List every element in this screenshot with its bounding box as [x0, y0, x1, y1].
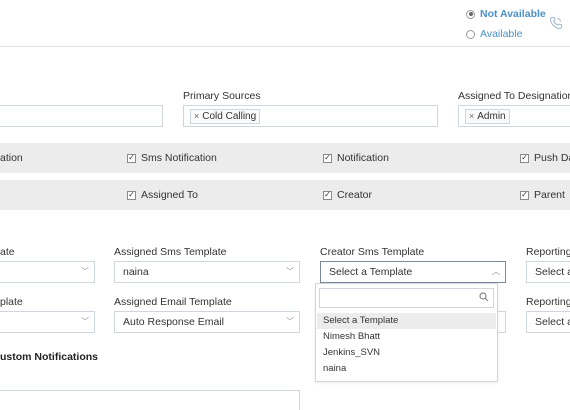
primary-sources-field[interactable]: × Cold Calling — [183, 105, 438, 127]
creator-sms-template-select[interactable]: Select a Template ︿ — [320, 261, 506, 283]
partial-field[interactable] — [0, 105, 163, 127]
chevron-down-icon: ﹀ — [81, 317, 89, 326]
phone-call-icon[interactable] — [549, 16, 563, 33]
tag-label: Admin — [477, 110, 506, 122]
creator-sms-template-label: Creator Sms Template — [320, 246, 425, 258]
top-bar: Not Available Available — [0, 0, 570, 47]
assigned-email-template-select[interactable]: Auto Response Email ﹀ — [114, 311, 300, 333]
checkbox-icon: ✓ — [127, 190, 136, 200]
select-value: Select a Template — [329, 266, 413, 278]
search-icon — [479, 292, 489, 305]
template-dropdown: Select a Template Nimesh Bhatt Jenkins_S… — [315, 283, 498, 382]
partial-email-template-label: plate — [0, 296, 23, 308]
select-value: Select a — [535, 266, 570, 278]
dropdown-option[interactable]: Nimesh Bhatt — [317, 329, 496, 345]
status-not-available[interactable]: Not Available — [466, 8, 546, 20]
dropdown-options: Select a Template Nimesh Bhatt Jenkins_S… — [317, 313, 496, 377]
custom-notifications-box[interactable] — [0, 390, 300, 410]
status-label: Available — [480, 28, 523, 40]
radio-icon — [466, 9, 475, 19]
assigned-to-designation-label: Assigned To Designation — [458, 90, 570, 102]
assigned-sms-template-label: Assigned Sms Template — [114, 246, 227, 258]
select-value: naina — [123, 266, 149, 278]
notification-checkbox[interactable]: ✓ Notification — [323, 152, 389, 164]
reporting-template-select[interactable]: Select a — [526, 261, 570, 283]
primary-sources-label: Primary Sources — [183, 90, 261, 102]
dropdown-option[interactable]: Jenkins_SVN — [317, 345, 496, 361]
tag-chip: × Cold Calling — [190, 108, 261, 124]
creator-checkbox[interactable]: ✓ Creator — [323, 189, 372, 201]
assigned-email-template-label: Assigned Email Template — [114, 296, 232, 308]
status-label: Not Available — [480, 8, 546, 20]
chevron-up-icon: ︿ — [492, 267, 500, 276]
reporting-template-label: Reporting — [526, 246, 570, 258]
chevron-down-icon: ﹀ — [286, 267, 294, 276]
tag-chip: × Admin — [465, 108, 510, 124]
push-checkbox[interactable]: ✓ Push Da — [520, 152, 570, 164]
notification-band-1: ation ✓ Sms Notification ✓ Notification … — [0, 143, 570, 173]
remove-tag-icon[interactable]: × — [194, 111, 199, 121]
dropdown-search-input[interactable] — [319, 288, 494, 308]
chevron-down-icon: ﹀ — [81, 267, 89, 276]
chevron-down-icon: ﹀ — [286, 317, 294, 326]
notify-partial: ation — [0, 152, 23, 164]
assigned-sms-template-select[interactable]: naina ﹀ — [114, 261, 300, 283]
assigned-to-designation-field[interactable]: × Admin — [458, 105, 570, 127]
checkbox-icon: ✓ — [323, 153, 332, 163]
checkbox-icon: ✓ — [520, 153, 529, 163]
reporting-email-template-select[interactable]: Select a — [526, 311, 570, 333]
select-value: Select a — [535, 316, 570, 328]
notification-band-2: ✓ Assigned To ✓ Creator ✓ Parent — [0, 180, 570, 210]
partial-email-template-select[interactable]: ﹀ — [0, 311, 95, 333]
dropdown-option[interactable]: Select a Template — [317, 313, 496, 329]
assigned-to-checkbox[interactable]: ✓ Assigned To — [127, 189, 198, 201]
radio-icon — [466, 29, 475, 39]
partial-template-label: ate — [0, 246, 15, 258]
custom-notifications-title: ustom Notifications — [0, 351, 99, 363]
tag-label: Cold Calling — [202, 110, 257, 122]
parent-checkbox[interactable]: ✓ Parent — [520, 189, 565, 201]
status-available[interactable]: Available — [466, 28, 522, 40]
remove-tag-icon[interactable]: × — [469, 111, 474, 121]
checkbox-icon: ✓ — [127, 153, 136, 163]
checkbox-icon: ✓ — [323, 190, 332, 200]
select-value: Auto Response Email — [123, 316, 224, 328]
partial-template-select[interactable]: ﹀ — [0, 261, 95, 283]
checkbox-icon: ✓ — [520, 190, 529, 200]
reporting-email-template-label: Reporting — [526, 296, 570, 308]
dropdown-option[interactable]: naina — [317, 361, 496, 377]
sms-notification-checkbox[interactable]: ✓ Sms Notification — [127, 152, 217, 164]
